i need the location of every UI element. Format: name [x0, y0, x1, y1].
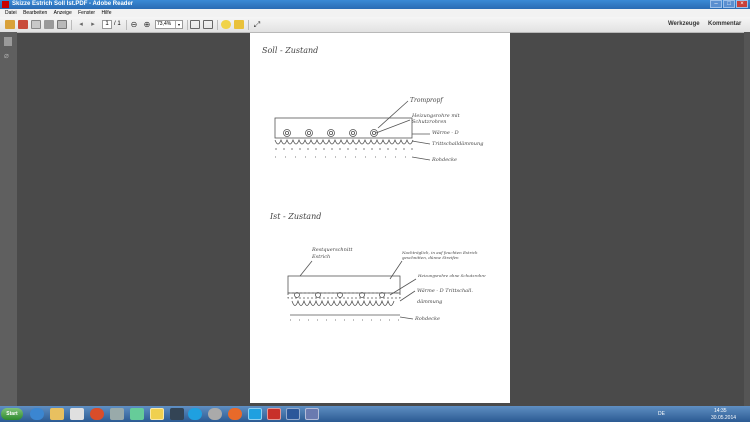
app-icon[interactable] [208, 408, 222, 420]
page-total: / 1 [114, 21, 121, 27]
media-player-icon[interactable] [70, 408, 84, 420]
taskbar: Start DE 14:35 30.05.2014 [0, 406, 750, 422]
ist-label: Restquerschnitt Estrich [312, 247, 353, 260]
previous-page-icon[interactable]: ◂ [76, 20, 86, 29]
word-icon[interactable] [286, 408, 300, 420]
start-button[interactable]: Start [1, 408, 23, 420]
leader-line [299, 260, 313, 277]
fit-width-icon[interactable] [203, 20, 213, 29]
leader-line [399, 316, 414, 320]
attachment-clip-icon[interactable]: ⌀ [4, 51, 12, 60]
leader-line [375, 119, 411, 134]
estrich-layer [287, 275, 401, 294]
print-icon[interactable] [44, 20, 54, 29]
app-icon[interactable] [130, 408, 144, 420]
comment-bubble-icon[interactable] [221, 20, 231, 29]
zoom-in-icon[interactable]: ⊕ [142, 20, 152, 29]
adobe-reader-icon[interactable] [267, 408, 281, 420]
soll-heading: Soll - Zustand [262, 46, 319, 55]
save-icon[interactable] [31, 20, 41, 29]
next-page-icon[interactable]: ▸ [88, 20, 98, 29]
firefox-icon[interactable] [90, 408, 104, 420]
ist-label: Wärme - D Trittschall. [417, 288, 473, 294]
clock-date[interactable]: 30.05.2014 [711, 415, 736, 421]
chevron-down-icon[interactable]: ▾ [175, 21, 182, 28]
soll-label: Heizungsrohre mit Schutzrohren [412, 113, 460, 125]
ist-heading: Ist - Zustand [270, 212, 322, 221]
toolbar-separator [248, 20, 249, 30]
file-explorer-icon[interactable] [150, 408, 164, 420]
insulation-wave [291, 299, 395, 306]
leader-line [399, 290, 416, 302]
page-number-input[interactable]: 1 [102, 20, 112, 29]
werkzeuge-pane-link[interactable]: Werkzeuge [668, 20, 700, 29]
skype-icon[interactable] [248, 408, 262, 420]
open-file-icon[interactable] [18, 20, 28, 29]
firefox-icon[interactable] [228, 408, 242, 420]
minimize-button[interactable]: – [710, 0, 722, 8]
fullscreen-icon[interactable]: ⤢ [252, 20, 262, 29]
app-icon[interactable] [170, 408, 184, 420]
toolbar-separator [217, 20, 218, 30]
soll-label: Rohdecke [432, 157, 457, 163]
create-pdf-icon[interactable] [5, 20, 15, 29]
title-bar: Skizze Estrich Soll Ist.PDF - Adobe Read… [0, 0, 750, 9]
toolbar-separator [187, 20, 188, 30]
vertical-scrollbar[interactable] [744, 32, 750, 406]
leader-line [411, 140, 431, 145]
toolbar: ◂ ▸ 1 / 1 ⊖ ⊕ 73,4% ▾ ⤢ Werkzeuge Kommen… [0, 17, 750, 33]
email-icon[interactable] [57, 20, 67, 29]
menu-hilfe[interactable]: Hilfe [101, 10, 111, 16]
kommentar-pane-link[interactable]: Kommentar [708, 20, 741, 29]
skype-icon[interactable] [188, 408, 202, 420]
ist-label: Heizungsrohre ohne Schutzrohre [418, 273, 486, 278]
estrich-layer [274, 117, 413, 139]
menu-bearbeiten[interactable]: Bearbeiten [23, 10, 47, 16]
clock-time[interactable]: 14:35 [714, 408, 727, 414]
zoom-level-select[interactable]: 73,4% ▾ [155, 20, 183, 29]
leader-line [377, 100, 409, 129]
system-tray: DE 14:35 30.05.2014 [654, 407, 750, 422]
leader-line [411, 156, 431, 161]
adobe-reader-icon [2, 1, 9, 8]
file-explorer-icon[interactable] [50, 408, 64, 420]
heating-pipes [283, 129, 378, 137]
window-controls: – □ × [710, 0, 748, 9]
navigation-panel: ⌀ [0, 32, 17, 406]
language-indicator[interactable]: DE [658, 411, 665, 417]
soll-label: Trompropf [410, 97, 443, 104]
maximize-button[interactable]: □ [723, 0, 735, 8]
ist-label: Nachträglich, in auf feuchten Estrich ge… [402, 250, 478, 260]
menu-datei[interactable]: Datei [5, 10, 17, 16]
internet-explorer-icon[interactable] [30, 408, 44, 420]
soll-label: Wärme - D [432, 130, 459, 136]
fit-page-icon[interactable] [190, 20, 200, 29]
menu-anzeige[interactable]: Anzeige [54, 10, 72, 16]
toolbar-separator [71, 20, 72, 30]
page-thumbnails-icon[interactable] [4, 37, 12, 46]
menu-bar: Datei Bearbeiten Anzeige Fenster Hilfe [0, 9, 750, 17]
zoom-out-icon[interactable]: ⊖ [129, 20, 139, 29]
highlight-icon[interactable] [234, 20, 244, 29]
app-icon[interactable] [305, 408, 319, 420]
app-icon[interactable] [110, 408, 124, 420]
soll-label: Trittschalldämmung [432, 141, 484, 147]
ist-label: Rohdecke [415, 316, 440, 322]
insulation-wave [274, 138, 414, 145]
menu-fenster[interactable]: Fenster [78, 10, 95, 16]
close-button[interactable]: × [736, 0, 748, 8]
pdf-page: Soll - Zustand Trompropf Heizungsrohre m… [250, 33, 510, 403]
toolbar-separator [126, 20, 127, 30]
ist-label: dämmung [417, 299, 443, 305]
window-title: Skizze Estrich Soll Ist.PDF - Adobe Read… [12, 1, 134, 7]
zoom-level-value: 73,4% [157, 21, 172, 27]
